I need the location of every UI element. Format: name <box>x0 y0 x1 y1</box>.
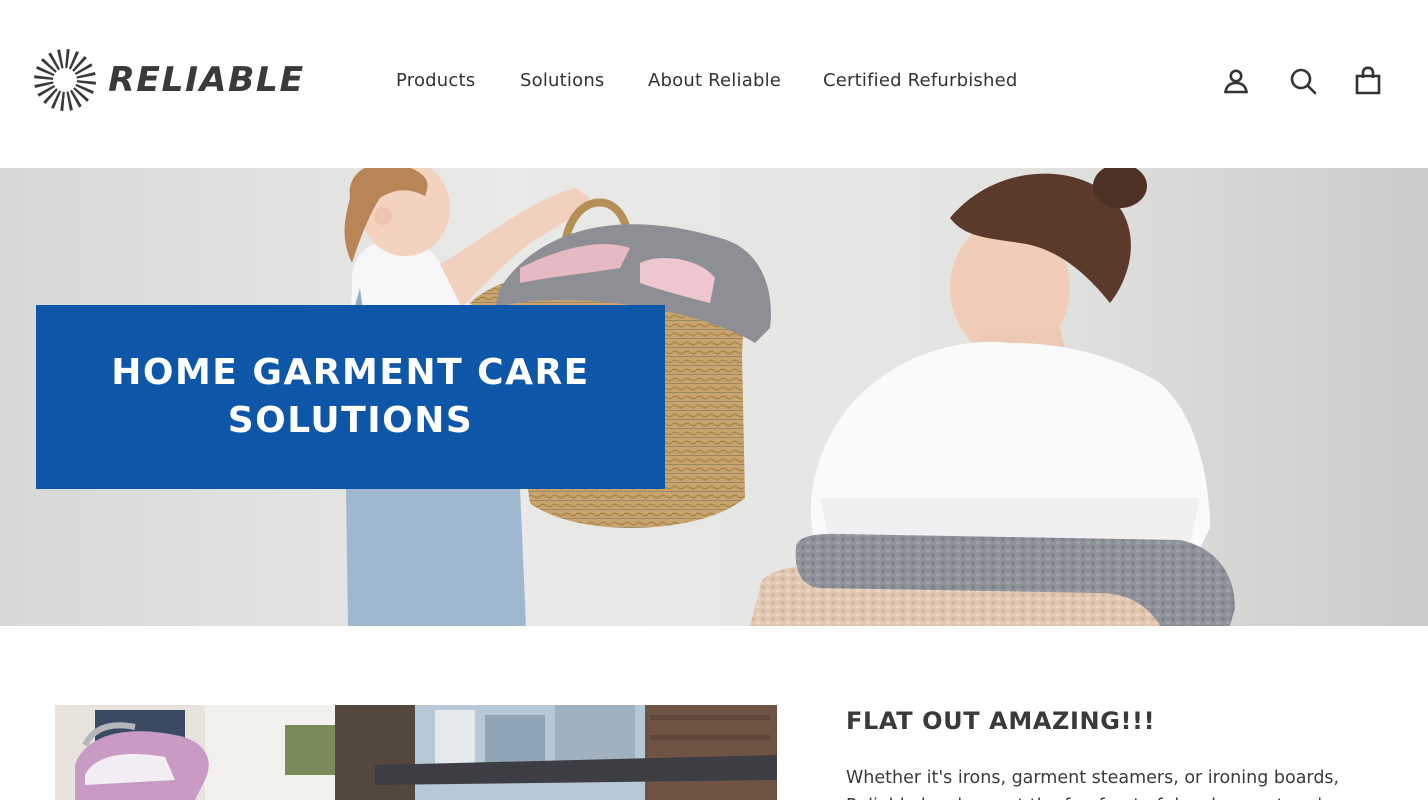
search-icon <box>1290 68 1317 95</box>
cart-icon <box>1355 66 1381 95</box>
feature-body: Whether it's irons, garment steamers, or… <box>846 768 1340 800</box>
nav-item-about[interactable]: About Reliable <box>648 70 781 91</box>
feature-image <box>55 705 777 800</box>
nav-item-solutions[interactable]: Solutions <box>520 70 605 91</box>
nav-item-products[interactable]: Products <box>396 70 475 91</box>
site-header: RELIABLE Products Solutions About Reliab… <box>0 0 1428 168</box>
hero-banner[interactable]: HOME GARMENT CARE SOLUTIONS <box>36 305 665 489</box>
nav-item-certified-refurbished[interactable]: Certified Refurbished <box>823 70 1018 91</box>
search-button[interactable] <box>1286 64 1320 98</box>
feature-title: FLAT OUT AMAZING!!! <box>846 707 1156 735</box>
feature-photo <box>55 705 777 800</box>
brand-name: RELIABLE <box>108 60 305 100</box>
hero-section: HOME GARMENT CARE SOLUTIONS <box>0 168 1428 626</box>
account-icon <box>1223 69 1249 94</box>
cart-button[interactable] <box>1351 64 1385 98</box>
account-button[interactable] <box>1219 64 1253 98</box>
sunburst-logo-icon <box>34 49 96 111</box>
hero-title: HOME GARMENT CARE SOLUTIONS <box>111 352 590 441</box>
brand-logo[interactable]: RELIABLE <box>32 47 303 113</box>
